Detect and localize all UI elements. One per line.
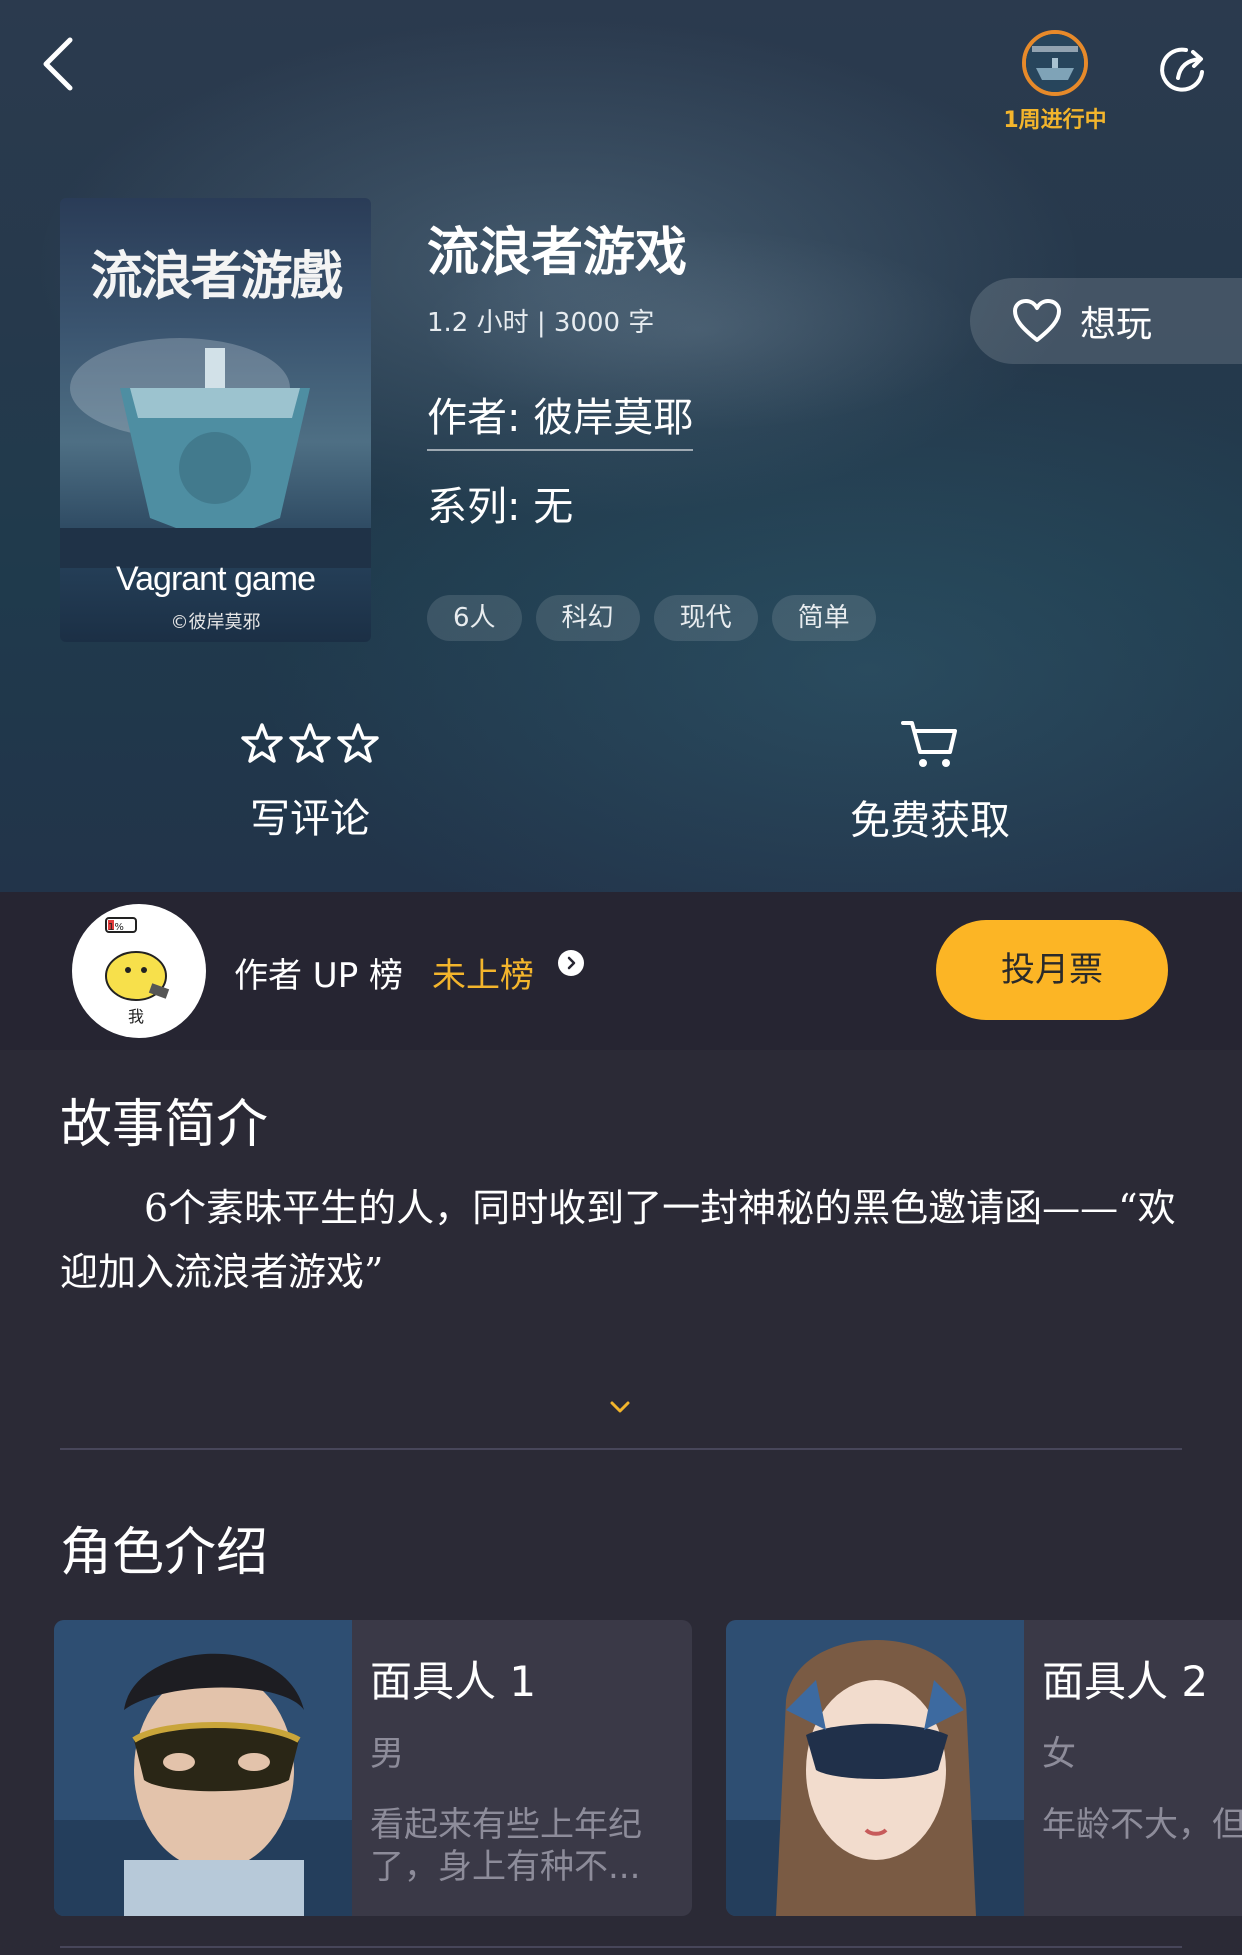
character-card[interactable]: 面具人 1 男 看起来有些上年纪了，身上有种不... xyxy=(54,1620,692,1916)
week-progress-badge[interactable]: 1周进行中 xyxy=(990,30,1120,134)
game-title: 流浪者游戏 xyxy=(427,223,688,283)
want-to-play-label: 想玩 xyxy=(1080,304,1153,345)
free-get-button[interactable]: 免费获取 xyxy=(820,718,1040,846)
monthly-vote-button[interactable]: 投月票 xyxy=(936,920,1168,1020)
avatar-battery-text: 1% xyxy=(108,922,124,933)
cover-copyright: ©彼岸莫邪 xyxy=(170,612,261,633)
author-link[interactable]: 作者: 彼岸莫耶 xyxy=(427,385,694,451)
character-name: 面具人 2 xyxy=(1042,1657,1209,1706)
star-outline-icon xyxy=(289,723,331,763)
tag-list: 6人 科幻 现代 简单 xyxy=(427,595,876,641)
character-gender: 女 xyxy=(1042,1734,1076,1774)
heart-icon xyxy=(1013,299,1061,342)
write-review-label: 写评论 xyxy=(250,796,370,842)
cover-ship-art xyxy=(60,338,371,568)
game-cover-image[interactable]: 流浪者游戲 Vagrant game ©彼岸莫邪 xyxy=(60,198,371,642)
cover-english-title: Vagrant game xyxy=(115,560,316,598)
share-icon xyxy=(1160,47,1204,92)
section-divider xyxy=(60,1448,1182,1450)
game-hero: 1周进行中 流浪者游戲 Vagrant game ©彼岸莫邪 流浪者游戏 1.2… xyxy=(0,0,1242,892)
game-series: 系列: 无 xyxy=(427,484,574,530)
character-card[interactable]: 面具人 2 女 年龄不大，但似乎能洞察人 xyxy=(726,1620,1242,1916)
ship-thumbnail-icon xyxy=(1026,34,1084,92)
chick-avatar-illustration: 1% 我 xyxy=(105,917,170,1026)
up-ranking-label: 作者 UP 榜 xyxy=(234,956,404,996)
want-to-play-button[interactable]: 想玩 xyxy=(970,278,1242,364)
star-outline-icon xyxy=(241,723,283,763)
write-review-button[interactable]: 写评论 xyxy=(200,720,420,844)
chevron-right-icon xyxy=(567,956,576,970)
badge-avatar xyxy=(1022,30,1088,96)
rating-stars xyxy=(240,720,380,768)
character-portrait xyxy=(54,1620,352,1916)
free-get-label: 免费获取 xyxy=(850,798,1010,844)
story-heading: 故事简介 xyxy=(60,1095,269,1155)
week-badge-text: 1周进行中 xyxy=(1003,108,1107,133)
up-ranking-status[interactable]: 未上榜 xyxy=(432,948,534,997)
character-description: 年龄不大，但似乎能洞察人 xyxy=(1042,1805,1242,1845)
chevron-down-icon xyxy=(610,1401,630,1413)
story-text: 6个素昧平生的人，同时收到了一封神秘的黑色邀请函——“欢迎加入流浪者游戏” xyxy=(60,1186,1176,1294)
author-up-ranking-bar: 1% 我 作者 UP 榜 未上榜 投月票 xyxy=(0,892,1242,1050)
cart-icon xyxy=(901,721,957,767)
tag-players: 6人 xyxy=(427,595,522,641)
game-meta: 1.2 小时 | 3000 字 xyxy=(427,308,655,338)
cover-title: 流浪者游戲 xyxy=(90,246,342,307)
star-outline-icon xyxy=(337,723,379,763)
tag-genre: 科幻 xyxy=(535,595,640,641)
ranking-arrow-button[interactable] xyxy=(558,950,584,976)
author-avatar[interactable]: 1% 我 xyxy=(72,904,206,1038)
character-description: 看起来有些上年纪了，身上有种不... xyxy=(370,1805,642,1887)
back-button[interactable] xyxy=(28,34,88,94)
avatar-text: 我 xyxy=(128,1007,144,1026)
tag-difficulty: 简单 xyxy=(771,595,876,641)
character-name: 面具人 1 xyxy=(370,1657,537,1706)
characters-heading: 角色介绍 xyxy=(60,1523,269,1583)
character-gender: 男 xyxy=(370,1734,404,1774)
expand-story-button[interactable] xyxy=(600,1392,640,1422)
section-divider xyxy=(60,1946,1182,1948)
character-portrait xyxy=(726,1620,1024,1916)
tag-setting: 现代 xyxy=(653,595,758,641)
chevron-left-icon xyxy=(43,37,73,91)
share-button[interactable] xyxy=(1154,40,1214,100)
